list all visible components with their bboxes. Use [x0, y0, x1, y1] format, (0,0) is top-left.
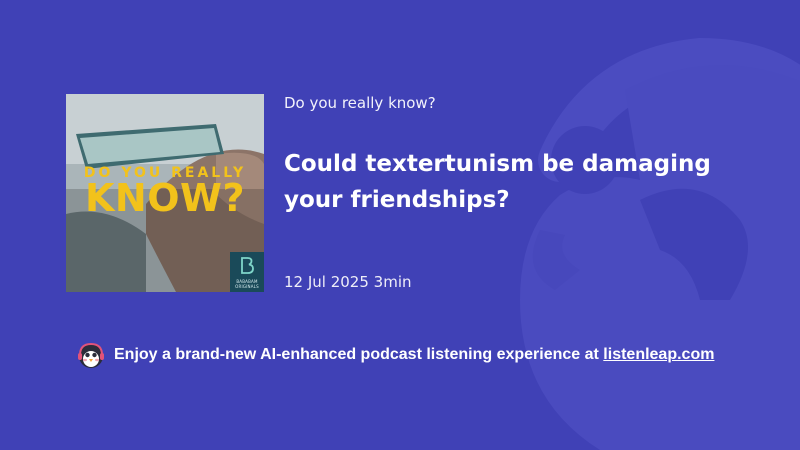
podcast-name[interactable]: Do you really know? — [284, 94, 436, 112]
cover-title-line2: KNOW? — [84, 176, 245, 220]
episode-title[interactable]: Could textertunism be damaging your frie… — [284, 146, 744, 218]
listenleap-link[interactable]: listenleap.com — [603, 346, 714, 363]
publisher-badge: BABABAM ORIGINALS — [230, 252, 264, 292]
bababam-b-icon — [241, 257, 254, 274]
promo-banner: Enjoy a brand-new AI-enhanced podcast li… — [77, 341, 714, 369]
episode-date-duration: 12 Jul 2025 3min — [284, 273, 412, 291]
promo-message: Enjoy a brand-new AI-enhanced podcast li… — [114, 346, 604, 363]
podcast-cover-art[interactable]: DO YOU REALLY KNOW? BABABAM ORIGINALS — [66, 94, 264, 292]
penguin-headphones-icon — [78, 342, 104, 368]
publisher-name: BABABAM ORIGINALS — [235, 279, 259, 289]
promo-text: Enjoy a brand-new AI-enhanced podcast li… — [114, 346, 714, 364]
